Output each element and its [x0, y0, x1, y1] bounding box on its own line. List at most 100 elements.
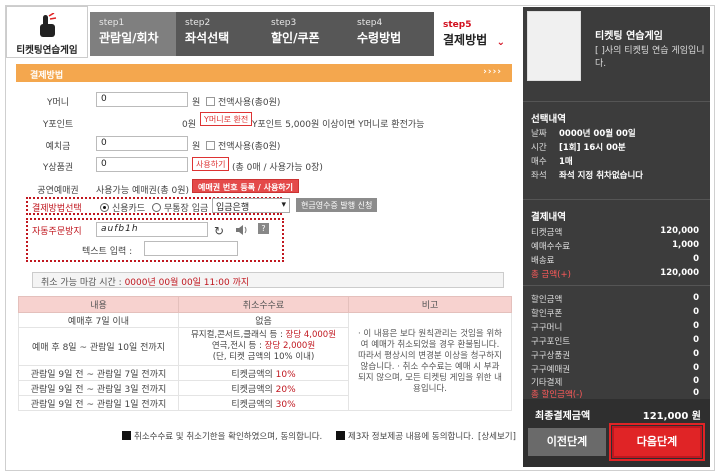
details-link[interactable]: [상세보기] — [478, 430, 516, 442]
checkbox-icon — [206, 141, 215, 150]
selection-row: 매수 1매 — [531, 155, 701, 167]
radio-label: 무통장 입금 — [164, 204, 209, 214]
row-key: 할인쿠폰 — [531, 309, 563, 319]
fee-amount: 20% — [275, 384, 296, 395]
chevron-down-icon: ▾ — [281, 200, 286, 210]
checkbox-label: 제3자 정보제공 내용에 동의합니다. — [348, 432, 474, 442]
row-value: 0 — [693, 254, 699, 264]
fee-value: 없음 — [178, 312, 349, 328]
tab-step1[interactable]: step1 관람일/회차 — [90, 12, 176, 56]
row-value: 0 — [693, 293, 699, 303]
ymoney-input[interactable]: 0 — [96, 92, 188, 107]
row-value: 0000년 00월 00일 — [559, 129, 636, 139]
row-value: 0 — [693, 376, 699, 386]
tab-step5[interactable]: step5 결제방법 ⌄ — [434, 12, 514, 56]
radio-icon — [100, 203, 109, 212]
deadline-value: 0000년 00월 00일 11:00 까지 — [124, 278, 250, 288]
voucher-note: 사용가능 예매권(총 0원) — [96, 186, 189, 196]
step-number: step4 — [357, 18, 383, 28]
ymoney-all-checkbox[interactable]: 전액사용(총0원) — [206, 95, 280, 108]
voucher-label: 공연예매권 — [37, 186, 79, 196]
table-header: 비고 — [348, 296, 512, 313]
logo-text: 티켓팅연습게임 — [16, 45, 78, 56]
next-step-button[interactable]: 다음단계 — [609, 423, 705, 461]
gift-label: Y상품권 — [42, 163, 74, 173]
checkbox-label: 전액사용(총0원) — [218, 142, 281, 152]
ypoint-exchange-button[interactable]: Y머니로 환전 — [200, 112, 253, 126]
step-number: step2 — [185, 18, 211, 28]
divider — [523, 285, 710, 286]
cash-receipt-button[interactable]: 현금영수증 발행 신청 — [296, 198, 378, 212]
final-value: 121,000 원 — [642, 411, 701, 422]
deposit-label: 예치금 — [45, 142, 71, 152]
row-key: 예매수수료 — [531, 242, 571, 252]
tab-step3[interactable]: step3 할인/쿠폰 — [262, 12, 348, 56]
order-summary-sidebar: 티켓팅 연습게임 [ ]사의 티켓팅 연습 게임입니다. 선택내역 날짜 0000… — [523, 7, 710, 467]
deadline-prefix: 취소 가능 마감 시간 : — [41, 278, 125, 288]
fee-content: 관람일 9일 전 ~ 관람일 7일 전까지 — [18, 365, 179, 381]
payment-title: 결제내역 — [531, 212, 566, 223]
fee-amount: 10% — [275, 369, 296, 380]
row-key: 구구포인트 — [531, 337, 571, 347]
row-key: 시간 — [531, 143, 547, 153]
agree-cancel-checkbox[interactable]: 취소수수료 및 취소기한을 확인하였으며, 동의합니다. — [122, 430, 322, 442]
fee-content: 예매후 7일 이내 — [18, 312, 179, 328]
step-number: step1 — [99, 18, 125, 28]
captcha-label: 자동주문방지 — [32, 227, 82, 237]
bank-select[interactable]: 입금은행 ▾ — [212, 198, 290, 213]
discount-row: 구구예매권 0 — [531, 363, 699, 375]
table-row: 예매후 7일 이내 없음 · 이 내용은 보다 원칙관리는 것임을 위하여 예매… — [18, 312, 512, 411]
radio-label: 신용카드 — [112, 204, 146, 214]
help-icon[interactable]: ? — [258, 223, 269, 234]
fee-value: 티켓금액의 20% — [178, 380, 349, 396]
ypoint-note: Y포인트 5,000원 이상이면 Y머니로 환전가능 — [252, 120, 425, 130]
fee-content: 예매 후 8일 ~ 관람일 10일 전까지 — [18, 327, 179, 366]
step-label: 수령방법 — [357, 31, 402, 45]
row-value: 120,000 — [660, 268, 699, 278]
voucher-register-button[interactable]: 예매권 번호 등록 / 사용하기 — [192, 179, 300, 193]
checkbox-label: 취소수수료 및 취소기한을 확인하였으며, 동의합니다. — [134, 432, 323, 442]
arrows-icon: ›››› — [483, 67, 502, 77]
selection-title: 선택내역 — [531, 114, 566, 125]
row-value: 0 — [693, 363, 699, 373]
ymoney-label: Y머니 — [46, 98, 70, 108]
row-key: 좌석 — [531, 171, 547, 181]
row-key: 구구예매권 — [531, 365, 571, 375]
selection-row: 좌석 좌석 지정 취차없습니다 — [531, 169, 701, 181]
agree-thirdparty-checkbox[interactable]: 제3자 정보제공 내용에 동의합니다. — [336, 430, 474, 442]
refresh-icon[interactable]: ↻ — [214, 224, 224, 238]
discount-row: 할인쿠폰 0 — [531, 307, 699, 319]
captcha-input[interactable] — [144, 241, 238, 256]
final-label: 최종결제금액 — [535, 411, 591, 422]
tab-step2[interactable]: step2 좌석선택 — [176, 12, 262, 56]
row-value: 0 — [693, 307, 699, 317]
step-label: 좌석선택 — [185, 31, 230, 45]
gift-use-button[interactable]: 사용하기 — [192, 157, 230, 171]
app-logo[interactable]: 티켓팅연습게임 — [6, 6, 88, 58]
speaker-icon[interactable] — [236, 225, 248, 235]
row-value: 좌석 지정 취차없습니다 — [559, 171, 644, 181]
pay-bank-radio[interactable]: 무통장 입금 — [152, 201, 208, 214]
final-amount: 최종결제금액 121,000 원 — [535, 407, 701, 422]
hand-pointer-icon — [40, 13, 57, 37]
payment-row: 티켓금액 120,000 — [531, 226, 699, 238]
divider — [523, 101, 710, 102]
ypoint-label: Y포인트 — [42, 120, 74, 130]
fee-text: (단, 티켓 금액의 10% 이내) — [212, 352, 315, 362]
deposit-all-checkbox[interactable]: 전액사용(총0원) — [206, 139, 280, 152]
cancel-deadline: 취소 가능 마감 시간 : 0000년 00월 00일 11:00 까지 — [32, 272, 504, 288]
gift-input[interactable]: 0 — [96, 157, 188, 172]
captcha-input-label: 텍스트 입력 : — [82, 247, 133, 257]
row-key: 배송료 — [531, 256, 555, 266]
tab-step4[interactable]: step4 수령방법 — [348, 12, 434, 56]
deposit-input[interactable]: 0 — [96, 136, 188, 151]
pay-card-radio[interactable]: 신용카드 — [100, 201, 145, 214]
row-value: 120,000 — [660, 226, 699, 236]
divider — [523, 199, 710, 200]
fee-amount: 장당 2,000원 — [264, 341, 316, 351]
checkbox-icon — [122, 431, 131, 440]
step-number: step5 — [443, 20, 472, 30]
step-number: step3 — [271, 18, 297, 28]
prev-step-button[interactable]: 이전단계 — [528, 428, 606, 456]
table-header: 취소수수료 — [178, 296, 349, 313]
